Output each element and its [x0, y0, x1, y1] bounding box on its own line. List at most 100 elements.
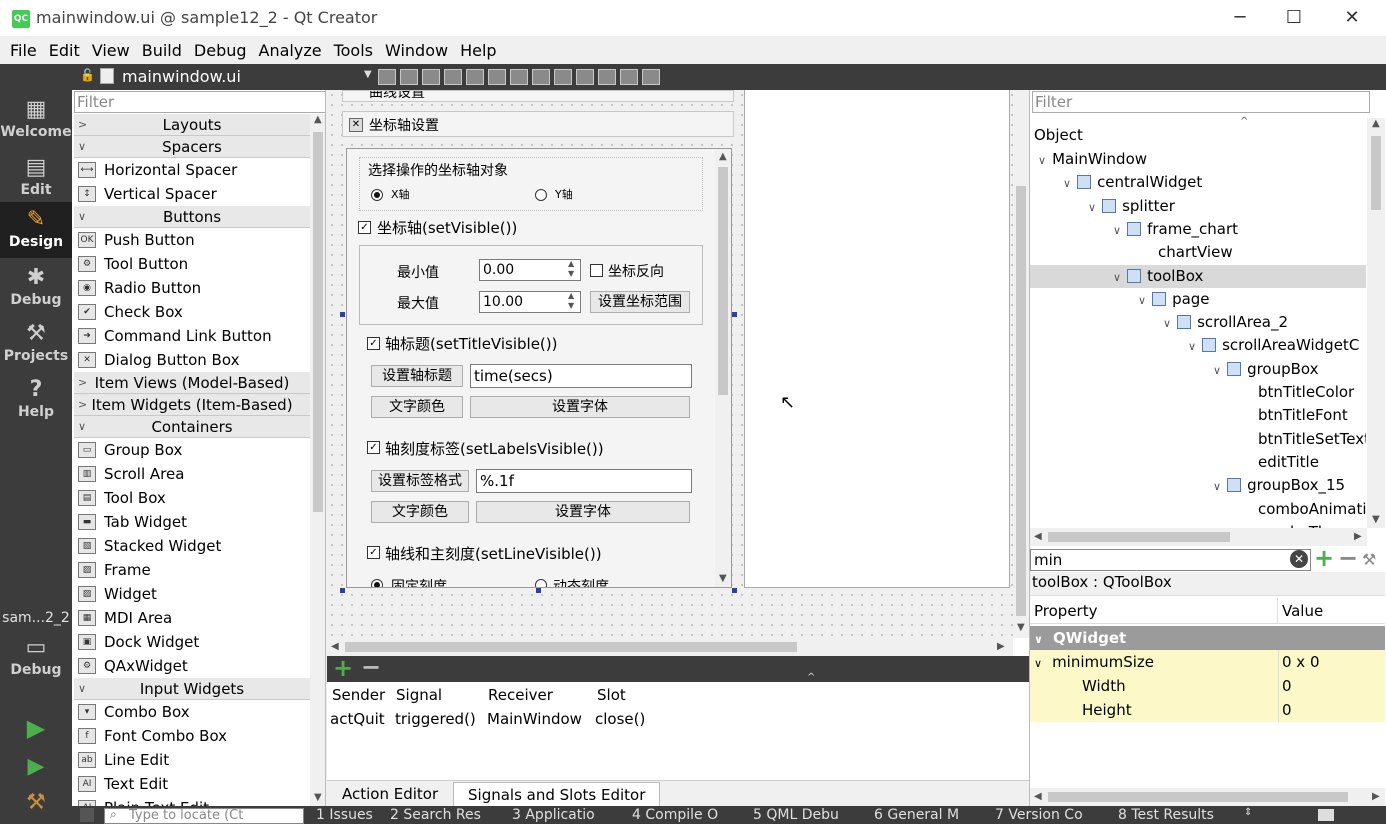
widget-box-scrollbar[interactable]: ▲ ▼	[310, 114, 325, 806]
widget-category[interactable]: ∨ Containers	[74, 416, 310, 438]
toggle-output-icon[interactable]	[1318, 809, 1334, 821]
reverse-checkbox[interactable]	[590, 264, 603, 277]
toolbox-page-prev[interactable]: 曲线设置	[342, 90, 734, 102]
scroll-right-icon[interactable]: ▶	[997, 641, 1005, 652]
scrollbar-thumb[interactable]	[1371, 136, 1381, 210]
property-row[interactable]: ∨ QWidget	[1030, 626, 1385, 650]
property-value[interactable]: 0	[1282, 698, 1292, 722]
debug-run-button[interactable]: ▶	[0, 754, 72, 784]
label-color-button[interactable]: 文字颜色	[371, 501, 469, 523]
mode-edit[interactable]: ▤ Edit	[0, 154, 72, 204]
canvas-vertical-scrollbar[interactable]: ▼	[1013, 90, 1029, 638]
property-row[interactable]: Width 0	[1030, 674, 1385, 698]
output-pane-general[interactable]: 6 General M	[874, 807, 959, 823]
object-filter-input[interactable]: Filter	[1032, 91, 1370, 113]
widget-item[interactable]: ▬ Tab Widget	[74, 510, 310, 534]
labels-visible-checkbox[interactable]: ✓	[367, 441, 380, 454]
clear-filter-icon[interactable]: ✕	[1290, 550, 1308, 568]
break-layout-icon[interactable]	[620, 69, 638, 85]
menu-help[interactable]: Help	[454, 41, 502, 60]
cell-signal[interactable]: triggered()	[395, 710, 476, 728]
object-tree-item[interactable]: ∨ toolBox	[1030, 264, 1366, 288]
radio-fixed-tick[interactable]	[371, 579, 383, 587]
toggle-sidebar-icon[interactable]	[80, 808, 94, 822]
object-tree-item[interactable]: ∨ scrollArea_2	[1030, 311, 1366, 334]
build-button[interactable]: ⚒	[0, 790, 72, 820]
widget-category[interactable]: ∨ Input Widgets	[74, 678, 310, 700]
edit-tab-order-icon[interactable]	[466, 69, 484, 85]
title-font-button[interactable]: 设置字体	[470, 396, 690, 418]
cell-sender[interactable]: actQuit	[330, 710, 385, 728]
title-visible-checkbox[interactable]: ✓	[367, 337, 380, 350]
layout-vertical-icon[interactable]	[510, 69, 528, 85]
mode-projects[interactable]: ⚒ Projects	[0, 320, 72, 370]
scroll-down-icon[interactable]: ▼	[314, 792, 322, 803]
object-tree-item[interactable]: ∨ centralWidget	[1030, 171, 1366, 194]
object-tree-vscrollbar[interactable]: ▲ ▼	[1367, 118, 1385, 528]
chevron-down-icon[interactable]: ∨	[1113, 271, 1121, 284]
chevron-down-icon[interactable]: ∨	[1088, 201, 1096, 214]
widget-item[interactable]: ↕ Vertical Spacer	[74, 182, 310, 206]
tab-signals-slots-editor[interactable]: Signals and Slots Editor	[453, 782, 661, 807]
object-tree-item[interactable]: btnTitleFont	[1030, 404, 1366, 427]
label-format-button[interactable]: 设置标签格式	[371, 470, 469, 492]
menu-file[interactable]: File	[4, 41, 43, 60]
maximize-button[interactable]: ☐	[1282, 6, 1306, 30]
scrollbar-thumb[interactable]	[1048, 532, 1230, 542]
min-spinbox[interactable]: 0.00	[479, 259, 581, 281]
widget-item[interactable]: ▤ Tool Box	[74, 486, 310, 510]
widget-item[interactable]: ✔ Check Box	[74, 300, 310, 324]
menu-build[interactable]: Build	[136, 41, 188, 60]
widget-item[interactable]: ◉ Radio Button	[74, 276, 310, 300]
selection-handle[interactable]	[732, 588, 737, 593]
menu-analyze[interactable]: Analyze	[253, 41, 328, 60]
object-tree-item[interactable]: comboTheme	[1030, 521, 1366, 528]
widget-filter-input[interactable]: Filter	[74, 91, 325, 113]
widget-item[interactable]: AIPlain Text Edit	[74, 796, 310, 806]
axis-scroll-area[interactable]: 选择操作的坐标轴对象 X轴 Y轴 ✓ 坐标轴(setVisible()) 最小值…	[346, 148, 732, 588]
layout-h-splitter-icon[interactable]	[532, 69, 550, 85]
scroll-left-icon[interactable]: ◀	[1034, 531, 1042, 542]
layout-v-splitter-icon[interactable]	[554, 69, 572, 85]
selection-handle[interactable]	[536, 588, 541, 593]
close-doc-icon[interactable]	[378, 69, 396, 85]
object-tree-item[interactable]: btnTitleSetText	[1030, 428, 1366, 451]
widget-item[interactable]: ➜ Command Link Button	[74, 324, 310, 348]
max-spin-down-icon[interactable]: ▼	[568, 301, 574, 310]
object-tree-item[interactable]: btnTitleColor	[1030, 381, 1366, 404]
scrollbar-thumb[interactable]	[1016, 186, 1026, 616]
remove-connection-icon[interactable]: −	[361, 653, 381, 681]
widget-item[interactable]: ▥ Scroll Area	[74, 462, 310, 486]
line-visible-checkbox[interactable]: ✓	[367, 546, 380, 559]
widget-item[interactable]: AI Text Edit	[74, 772, 310, 796]
edit-buddies-icon[interactable]	[444, 69, 462, 85]
tab-action-editor[interactable]: Action Editor	[328, 782, 452, 807]
widget-category[interactable]: ∨ Buttons	[74, 206, 310, 228]
chart-view[interactable]	[744, 90, 1010, 588]
scroll-up-icon[interactable]: ▲	[314, 114, 322, 125]
title-text-input[interactable]: time(secs)	[470, 364, 692, 388]
scroll-up-icon[interactable]: ▲	[719, 151, 727, 162]
widget-item[interactable]: ✕ Dialog Button Box	[74, 348, 310, 372]
edit-signals-icon[interactable]	[422, 69, 440, 85]
adjust-size-icon[interactable]	[642, 69, 660, 85]
property-value[interactable]: 0 x 0	[1282, 650, 1320, 674]
set-title-button[interactable]: 设置轴标题	[371, 365, 463, 387]
max-spinbox[interactable]: 10.00	[479, 291, 581, 313]
selection-handle[interactable]	[340, 312, 345, 317]
kit-selector[interactable]: ▭ Debug	[0, 634, 72, 690]
scroll-down-icon[interactable]: ▼	[719, 573, 727, 584]
scrollbar-thumb[interactable]	[1048, 792, 1348, 802]
menu-view[interactable]: View	[86, 41, 136, 60]
add-dynamic-property-icon[interactable]: +	[1314, 544, 1334, 572]
menu-window[interactable]: Window	[379, 41, 454, 60]
menu-tools[interactable]: Tools	[328, 41, 379, 60]
scroll-up-icon[interactable]: ▲	[1372, 118, 1380, 129]
object-tree-item[interactable]: comboAnimati	[1030, 498, 1366, 521]
label-font-button[interactable]: 设置字体	[476, 501, 690, 523]
locator-input[interactable]: Type to locate (Ct	[104, 808, 304, 824]
chevron-down-icon[interactable]: ∨	[1063, 177, 1071, 190]
chevron-down-icon[interactable]: ∨	[1213, 364, 1221, 377]
output-pane-test-results[interactable]: 8 Test Results	[1118, 807, 1214, 823]
chevron-down-icon[interactable]: ∨	[1034, 633, 1043, 646]
